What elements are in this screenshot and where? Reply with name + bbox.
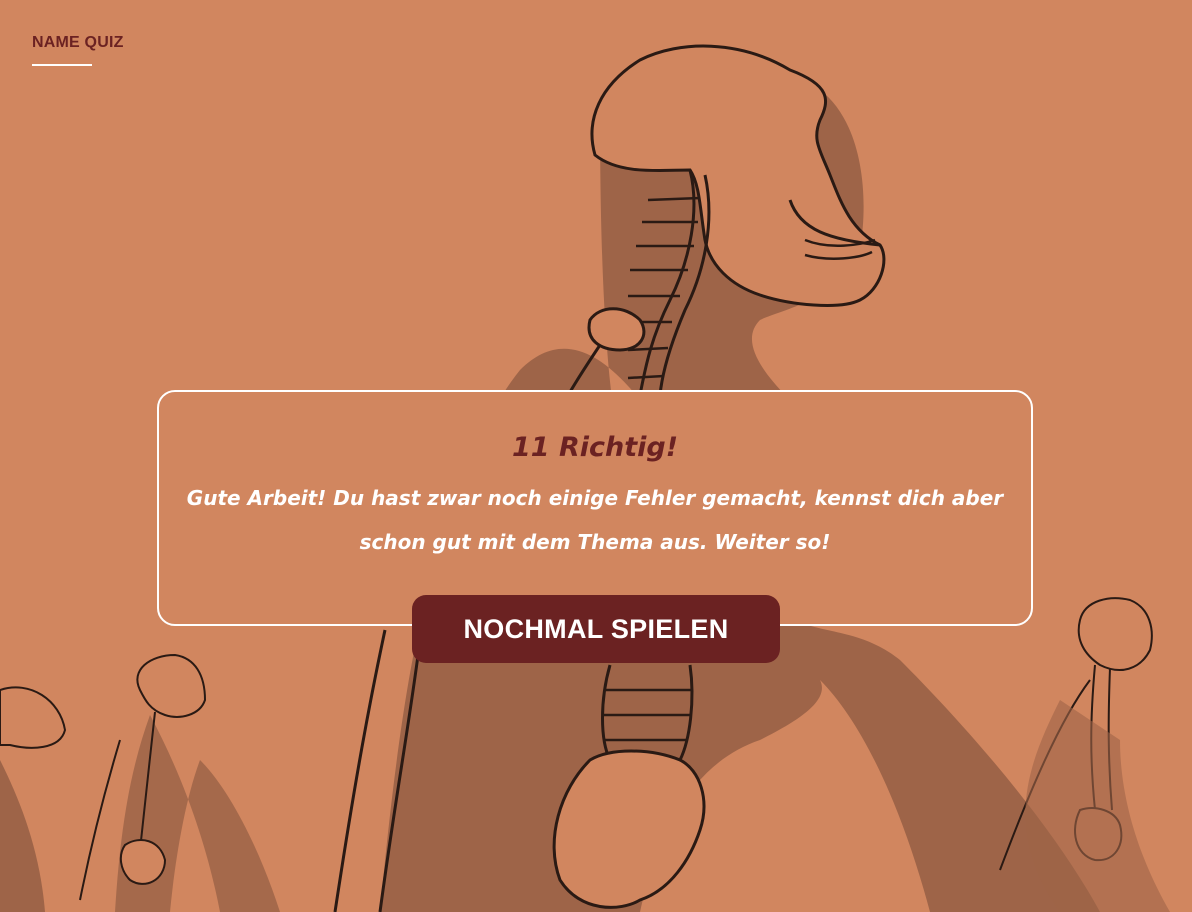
result-card: 11 Richtig! Gute Arbeit! Du hast zwar no… — [157, 390, 1033, 626]
brand-title: NAME QUIZ — [32, 34, 124, 51]
central-pelvis — [552, 749, 706, 909]
result-score-title: 11 Richtig! — [511, 432, 679, 463]
result-message: Gute Arbeit! Du hast zwar noch einige Fe… — [186, 486, 1004, 554]
play-again-button[interactable]: NOCHMAL SPIELEN — [412, 595, 780, 663]
brand-underline — [32, 64, 92, 66]
